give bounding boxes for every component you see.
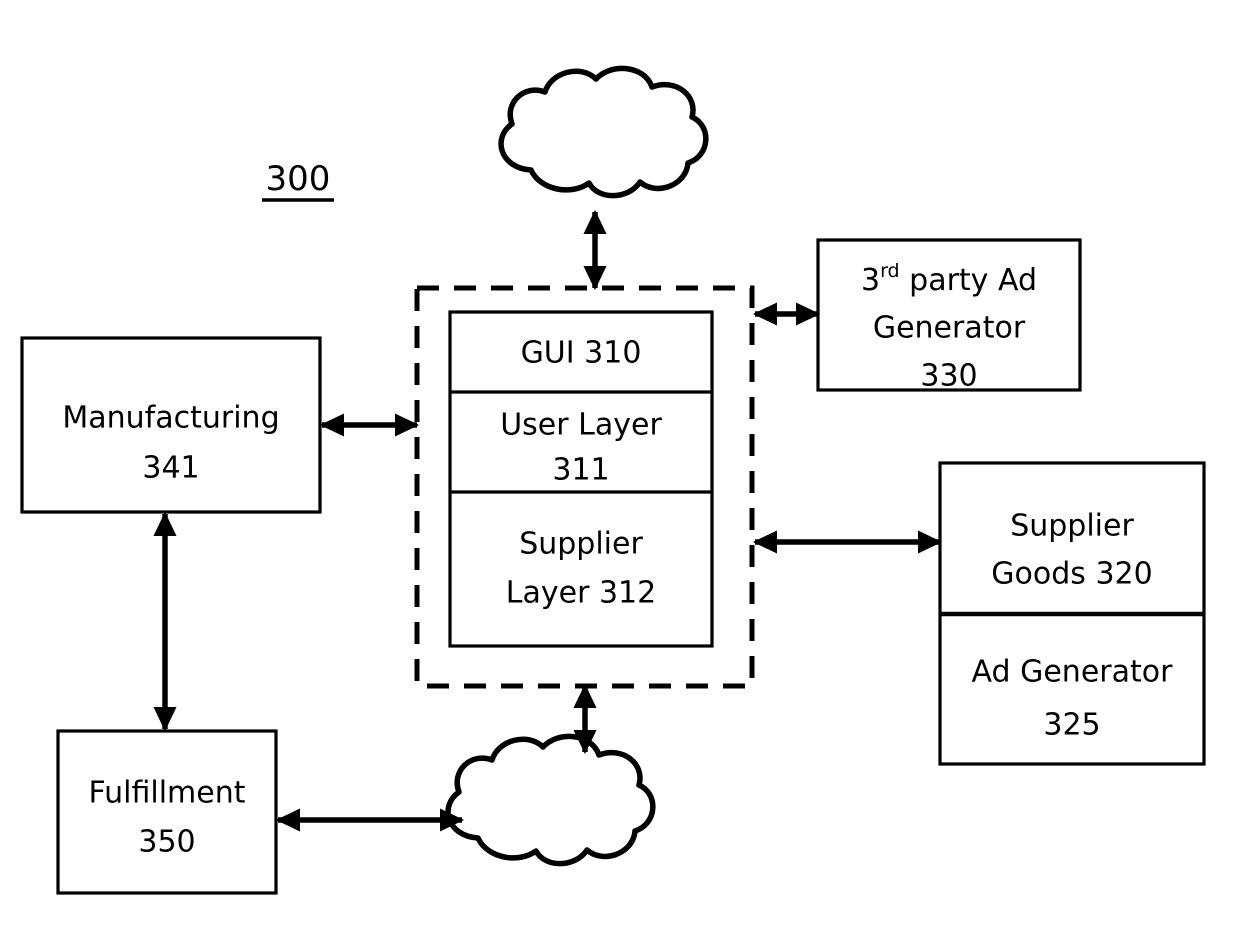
network-cloud-top [498,65,709,199]
network-cloud-bottom [445,733,656,867]
third-party-ad-generator-label-line2: Generator [873,311,1026,346]
fulfillment-label-line2: 350 [138,825,195,860]
gui-layer-label: GUI 310 [521,336,642,371]
figure-canvas: 300 GUI 310 User Layer 311 Supplier Laye… [0,0,1240,933]
supplier-goods-label-line2: Goods 320 [991,557,1152,592]
ad-generator-label-line2: 325 [1043,708,1100,743]
manufacturing-box[interactable]: Manufacturing 341 [20,336,322,514]
third-party-ad-generator-label-line3: 330 [920,359,977,394]
ad-generator-label-line1: Ad Generator [972,655,1174,690]
architecture-diagram: 300 GUI 310 User Layer 311 Supplier Laye… [20,65,1206,895]
supplier-goods-label-line1: Supplier [1010,509,1134,544]
supplier-layer-label-line1: Supplier [519,527,643,562]
manufacturing-label-line2: 341 [142,451,199,486]
fulfillment-box-outline [56,729,278,895]
manufacturing-label-line1: Manufacturing [62,401,279,436]
fulfillment-label-line1: Fulfillment [89,776,246,811]
third-party-suffix: party Ad [900,263,1037,298]
third-party-ordinal-superscript: rd [880,260,900,282]
user-layer-label-line1: User Layer [500,408,662,443]
user-layer-label-line2: 311 [552,453,609,488]
third-party-prefix: 3 [861,263,880,298]
supplier-layer-label-line2: Layer 312 [506,576,656,611]
figure-number-text: 300 [266,159,331,199]
supplier-goods-group: Supplier Goods 320 Ad Generator 325 [938,461,1206,766]
third-party-ad-generator-box[interactable]: 3rd party Ad Generator 330 [816,238,1082,394]
gui-layer-cell[interactable]: GUI 310 [521,336,642,371]
fulfillment-box[interactable]: Fulfillment 350 [56,729,278,895]
figure-number-label: 300 [262,159,334,202]
platform-layer-stack: GUI 310 User Layer 311 Supplier Layer 31… [448,310,714,648]
